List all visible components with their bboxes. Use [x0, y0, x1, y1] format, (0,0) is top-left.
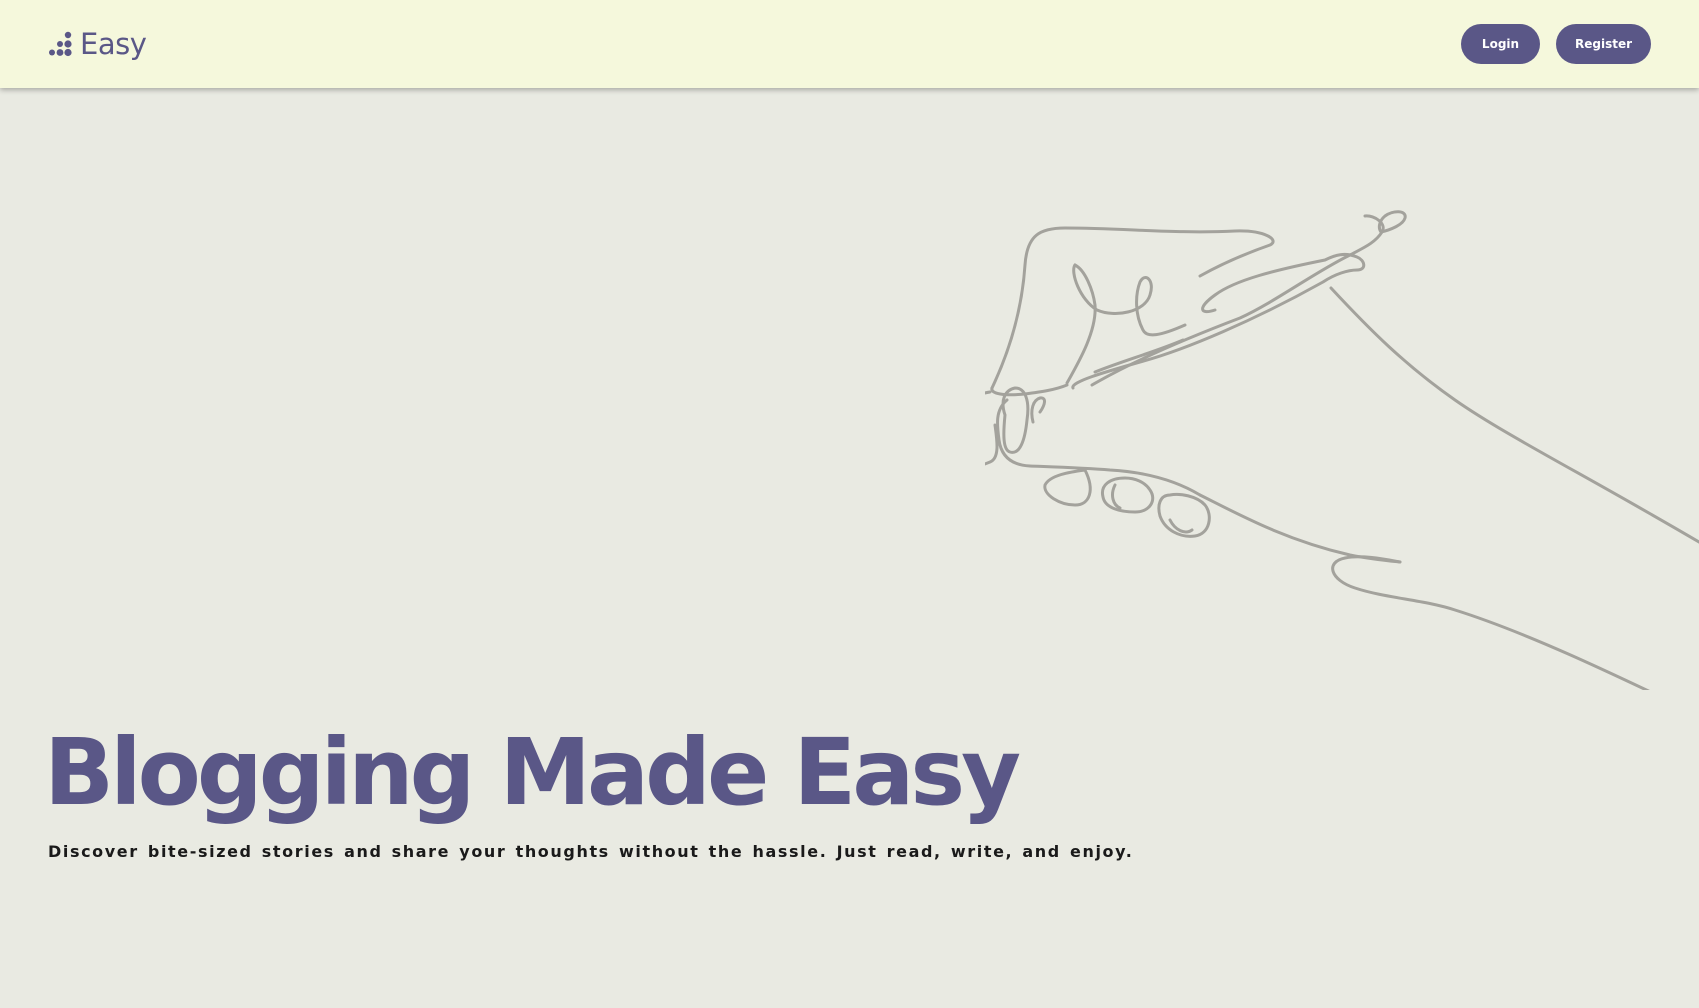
hero-subtitle: Discover bite-sized stories and share yo…: [48, 842, 1134, 861]
hand-writing-illustration: [985, 210, 1699, 690]
brand-name: Easy: [80, 27, 147, 61]
login-button[interactable]: Login: [1461, 24, 1540, 64]
dots-logo-icon: [49, 31, 72, 57]
hero-title: Blogging Made Easy: [44, 719, 1021, 826]
navbar: Easy Login Register: [0, 0, 1699, 88]
register-button[interactable]: Register: [1556, 24, 1651, 64]
brand-logo-link[interactable]: Easy: [48, 24, 147, 64]
